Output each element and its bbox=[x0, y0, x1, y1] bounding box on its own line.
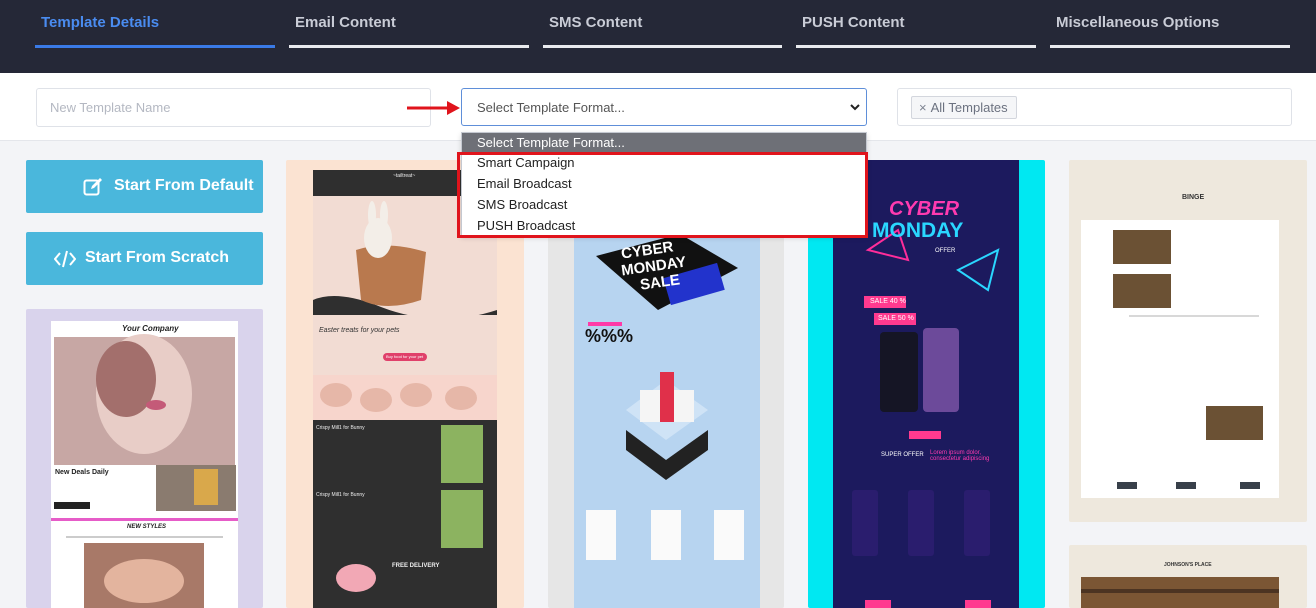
dropdown-option-sms-broadcast[interactable]: SMS Broadcast bbox=[462, 195, 866, 215]
template-offer: OFFER bbox=[935, 248, 956, 254]
tab-label: SMS Content bbox=[549, 14, 643, 31]
dropdown-option-push-broadcast[interactable]: PUSH Broadcast bbox=[462, 216, 866, 236]
template-headline: Easter treats for your pets bbox=[319, 327, 400, 334]
code-icon bbox=[54, 250, 76, 268]
chevron-down-icon bbox=[850, 104, 860, 111]
template-name-input[interactable] bbox=[36, 88, 431, 127]
close-icon[interactable]: × bbox=[919, 100, 927, 115]
start-from-scratch-button[interactable]: Start From Scratch bbox=[26, 232, 263, 285]
top-nav: Template Details Email Content SMS Conte… bbox=[0, 0, 1316, 73]
dropdown-option-smart-campaign[interactable]: Smart Campaign bbox=[462, 153, 866, 173]
template-brand: ~tailtreat~ bbox=[393, 173, 416, 179]
red-arrow-annotation bbox=[407, 101, 460, 115]
edit-icon bbox=[83, 178, 102, 196]
tab-push-content[interactable]: PUSH Content bbox=[796, 0, 1036, 48]
template-section-title: NEW STYLES bbox=[127, 524, 167, 530]
tab-label: Miscellaneous Options bbox=[1056, 14, 1220, 31]
tab-label: PUSH Content bbox=[802, 14, 905, 31]
template-delivery: FREE DELIVERY bbox=[392, 563, 440, 569]
template-brand: JOHNSON'S PLACE bbox=[1164, 562, 1212, 568]
template-product: Crispy Mill1 for Bunny bbox=[316, 425, 365, 431]
tag-chip[interactable]: × All Templates bbox=[911, 96, 1017, 119]
tab-label: Template Details bbox=[41, 14, 160, 31]
template-thumbnail bbox=[51, 321, 238, 608]
dropdown-option-email-broadcast[interactable]: Email Broadcast bbox=[462, 174, 866, 194]
template-super-offer: SUPER OFFER bbox=[881, 452, 924, 458]
tab-underline bbox=[543, 45, 782, 48]
template-brand: Your Company bbox=[122, 324, 179, 333]
template-sale: SALE 50 % bbox=[878, 315, 914, 322]
button-label: Start From Default bbox=[114, 177, 254, 194]
template-card-binge[interactable]: BINGE bbox=[1069, 160, 1307, 522]
start-from-default-button[interactable]: Start From Default bbox=[26, 160, 263, 213]
template-lorem: Lorem ipsum dolor, consectetur adipiscin… bbox=[930, 450, 990, 462]
template-tags-input[interactable]: × All Templates bbox=[897, 88, 1292, 126]
tab-sms-content[interactable]: SMS Content bbox=[543, 0, 782, 48]
tab-underline bbox=[796, 45, 1036, 48]
tab-underline bbox=[289, 45, 529, 48]
template-format-select[interactable]: Select Template Format... bbox=[461, 88, 867, 126]
template-thumbnail bbox=[1081, 577, 1279, 608]
template-brand: BINGE bbox=[1182, 194, 1205, 201]
tab-email-content[interactable]: Email Content bbox=[289, 0, 529, 48]
template-headline: MONDAY bbox=[872, 219, 964, 242]
template-headline: CYBER bbox=[889, 198, 960, 220]
template-card-johnsons-place[interactable]: JOHNSON'S PLACE bbox=[1069, 545, 1307, 608]
select-value: Select Template Format... bbox=[477, 100, 625, 115]
template-card-company[interactable]: Your Company New Deals Daily NEW STYLES bbox=[26, 309, 263, 608]
template-percent: %%% bbox=[585, 326, 634, 346]
template-sale: SALE 40 % bbox=[870, 298, 906, 305]
tab-label: Email Content bbox=[295, 14, 396, 31]
format-dropdown-list: Select Template Format... Smart Campaign… bbox=[461, 132, 867, 236]
template-section-title: New Deals Daily bbox=[55, 469, 109, 476]
template-cta: Buy food for your pet bbox=[386, 354, 424, 359]
template-thumbnail bbox=[1081, 220, 1279, 498]
button-label: Start From Scratch bbox=[85, 249, 230, 266]
tab-template-details[interactable]: Template Details bbox=[35, 0, 275, 48]
template-product: Crispy Mill1 for Bunny bbox=[316, 492, 365, 498]
tab-miscellaneous-options[interactable]: Miscellaneous Options bbox=[1050, 0, 1290, 48]
tab-underline bbox=[1050, 45, 1290, 48]
tab-underline bbox=[35, 45, 275, 48]
dropdown-option[interactable]: Select Template Format... bbox=[462, 133, 866, 153]
tag-label: All Templates bbox=[930, 100, 1008, 115]
